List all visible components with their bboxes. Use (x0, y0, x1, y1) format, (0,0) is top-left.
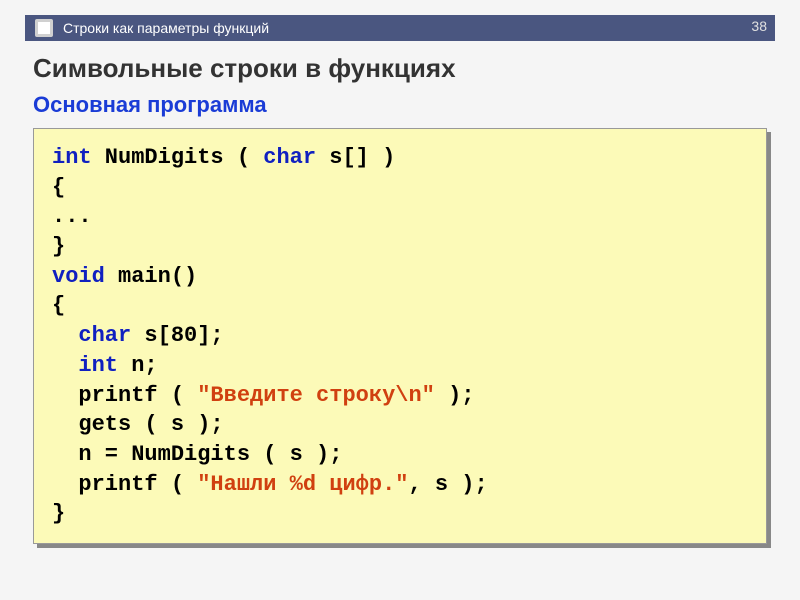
code-text (52, 323, 78, 348)
code-text (52, 353, 78, 378)
keyword-int: int (78, 353, 118, 378)
code-text: n = NumDigits ( s ); (78, 442, 342, 467)
code-text: } (52, 501, 65, 526)
keyword-int: int (52, 145, 92, 170)
code-text: } (52, 234, 65, 259)
code-text: ... (52, 204, 92, 229)
code-text: main() (105, 264, 197, 289)
slide-header: Строки как параметры функций 38 (25, 15, 775, 41)
string-literal: "Нашли %d цифр." (197, 472, 408, 497)
code-text (52, 383, 78, 408)
code-text: printf (78, 472, 157, 497)
code-text: { (52, 293, 65, 318)
code-text (52, 412, 78, 437)
code-text: n; (118, 353, 158, 378)
code-text: { (52, 175, 65, 200)
code-text: , s ); (408, 472, 487, 497)
code-text: ( (158, 472, 198, 497)
code-block: int NumDigits ( char s[] ) { ... } void … (33, 128, 767, 544)
code-text: s[80]; (131, 323, 223, 348)
page-number: 38 (751, 18, 767, 34)
code-text: printf (78, 383, 157, 408)
slide-title: Символьные строки в функциях (33, 53, 775, 84)
header-text: Строки как параметры функций (63, 20, 269, 36)
code-text: NumDigits ( (92, 145, 264, 170)
code-text: gets ( s ); (78, 412, 223, 437)
code-text: ( (158, 383, 198, 408)
header-bullet-icon (35, 19, 53, 37)
code-text (52, 442, 78, 467)
code-text: ); (435, 383, 475, 408)
slide-subtitle: Основная программа (33, 92, 775, 118)
keyword-char: char (78, 323, 131, 348)
code-text: s[] ) (316, 145, 395, 170)
keyword-char: char (263, 145, 316, 170)
code-text (52, 472, 78, 497)
keyword-void: void (52, 264, 105, 289)
string-literal: "Введите строку\n" (197, 383, 435, 408)
